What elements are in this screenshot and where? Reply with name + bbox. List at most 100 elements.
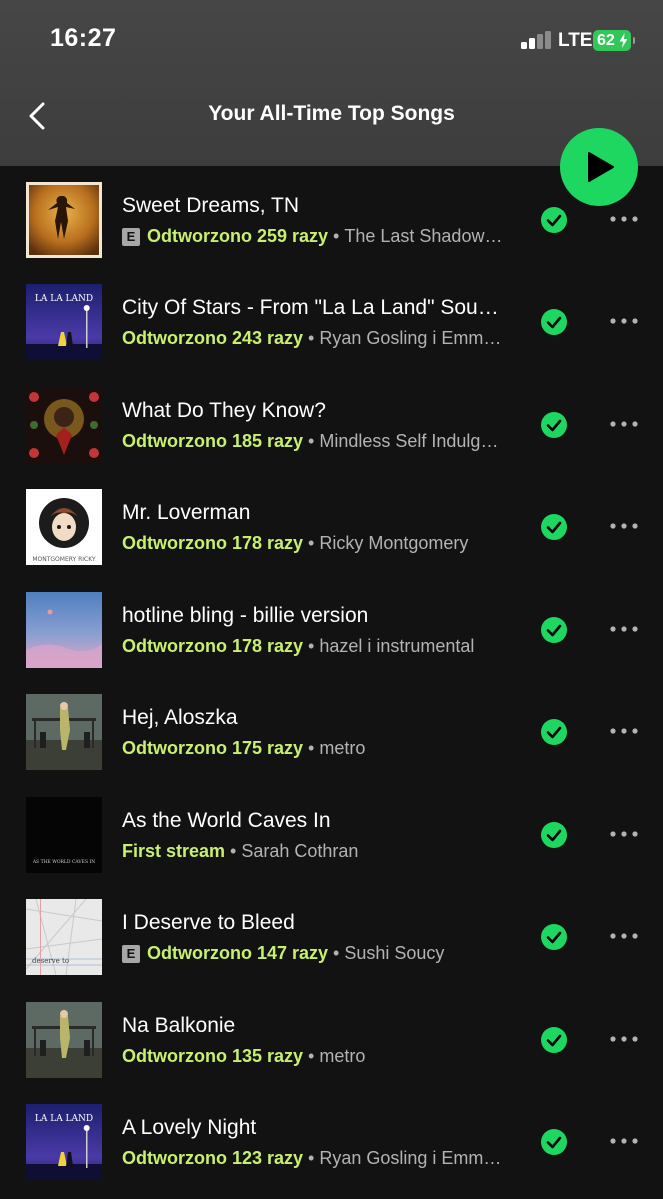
explicit-badge: E	[122, 228, 140, 246]
separator: •	[308, 328, 315, 348]
battery-level: 62	[597, 32, 615, 49]
play-count: First stream	[122, 841, 226, 861]
song-meta: Odtworzono 178 razy • Ricky Montgomery	[122, 533, 507, 554]
play-count: Odtworzono 175 razy	[122, 738, 304, 758]
song-title: Na Balkonie	[122, 1014, 236, 1037]
more-options-icon[interactable]	[604, 921, 644, 951]
song-title: Mr. Loverman	[122, 501, 251, 524]
song-title: hotline bling - billie version	[122, 604, 369, 627]
cellular-signal-icon	[521, 31, 553, 49]
song-title: City Of Stars - From "La La Land" Soundt…	[122, 296, 507, 319]
play-button[interactable]	[560, 128, 638, 206]
separator: •	[308, 636, 315, 656]
artist-name: metro	[319, 1046, 366, 1066]
separator: •	[230, 841, 237, 861]
song-title: A Lovely Night	[122, 1116, 257, 1139]
song-title: Sweet Dreams, TN	[122, 194, 299, 217]
page-title: Your All-Time Top Songs	[208, 102, 455, 125]
album-cover	[26, 387, 102, 463]
song-meta: Odtworzono 178 razy • hazel i instrumental	[122, 636, 507, 657]
album-cover	[26, 694, 102, 770]
saved-check-icon[interactable]	[540, 411, 568, 439]
more-options-icon[interactable]	[604, 614, 644, 644]
saved-check-icon[interactable]	[540, 718, 568, 746]
saved-check-icon[interactable]	[540, 1026, 568, 1054]
artist-name: Ricky Montgomery	[319, 533, 469, 553]
more-options-icon[interactable]	[604, 204, 644, 234]
battery-indicator: 62	[593, 30, 635, 51]
song-row[interactable]: LA LA LAND A Lovely Night Odtworzono 123…	[0, 1088, 663, 1190]
separator: •	[308, 738, 315, 758]
more-options-icon[interactable]	[604, 511, 644, 541]
more-options-icon[interactable]	[604, 409, 644, 439]
separator: •	[308, 533, 315, 553]
song-row[interactable]: hotline bling - billie version Odtworzon…	[0, 576, 663, 678]
artist-name: Ryan Gosling i Emma Stone	[319, 1148, 507, 1168]
song-title: What Do They Know?	[122, 399, 326, 422]
album-cover: LA LA LAND	[26, 1104, 102, 1180]
saved-check-icon[interactable]	[540, 923, 568, 951]
song-row[interactable]: Na Balkonie Odtworzono 135 razy • metro	[0, 986, 663, 1088]
play-count: Odtworzono 243 razy	[122, 328, 304, 348]
song-row[interactable]: What Do They Know? Odtworzono 185 razy • M…	[0, 371, 663, 473]
saved-check-icon[interactable]	[540, 1128, 568, 1156]
artist-name: The Last Shadow Puppets	[344, 226, 507, 246]
album-cover	[26, 592, 102, 668]
song-row[interactable]: AS THE WORLD CAVES IN As the World Caves…	[0, 781, 663, 883]
network-type: LTE	[558, 30, 593, 51]
saved-check-icon[interactable]	[540, 616, 568, 644]
saved-check-icon[interactable]	[540, 206, 568, 234]
cover-text: MONTGOMERY RICKY	[32, 556, 96, 563]
artist-name: Ryan Gosling i Emma Stone	[319, 328, 507, 348]
album-cover	[26, 182, 102, 258]
play-count: Odtworzono 185 razy	[122, 431, 304, 451]
saved-check-icon[interactable]	[540, 308, 568, 336]
song-row[interactable]: LA LA LAND City Of Stars - From "La La L…	[0, 268, 663, 370]
charging-bolt-icon	[619, 33, 628, 48]
saved-check-icon[interactable]	[540, 513, 568, 541]
song-title: Hej, Aloszka	[122, 706, 238, 729]
cover-text: AS THE WORLD CAVES IN	[32, 859, 95, 865]
song-row[interactable]: deserve to I Deserve to Bleed E Odtworzon…	[0, 883, 663, 985]
play-icon	[588, 152, 614, 182]
artist-name: hazel i instrumental	[319, 636, 475, 656]
more-options-icon[interactable]	[604, 1126, 644, 1156]
song-meta: E Odtworzono 259 razy•The Last Shadow Pup…	[122, 226, 507, 247]
more-options-icon[interactable]	[604, 1024, 644, 1054]
status-time: 16:27	[50, 24, 117, 52]
more-options-icon[interactable]	[604, 716, 644, 746]
play-count: Odtworzono 123 razy	[122, 1148, 304, 1168]
album-cover	[26, 1002, 102, 1078]
song-meta: Odtworzono 123 razy • Ryan Gosling i Emma …	[122, 1148, 507, 1169]
saved-check-icon[interactable]	[540, 821, 568, 849]
separator: •	[333, 943, 340, 963]
song-meta: Odtworzono 175 razy • metro	[122, 738, 507, 759]
cover-text: deserve to	[32, 957, 69, 965]
album-cover: LA LA LAND	[26, 284, 102, 360]
play-count: Odtworzono 178 razy	[122, 533, 304, 553]
play-count: Odtworzono 259 razy	[147, 226, 329, 246]
artist-name: Sarah Cothran	[241, 841, 359, 861]
play-count: Odtworzono 178 razy	[122, 636, 304, 656]
song-meta: Odtworzono 135 razy • metro	[122, 1046, 507, 1067]
play-count: Odtworzono 135 razy	[122, 1046, 304, 1066]
explicit-badge: E	[122, 945, 140, 963]
more-options-icon[interactable]	[604, 819, 644, 849]
song-title: I Deserve to Bleed	[122, 911, 295, 934]
cover-text: LA LA LAND	[35, 1114, 93, 1124]
song-title: As the World Caves In	[122, 809, 331, 832]
song-meta: Odtworzono 185 razy • Mindless Self Indulg…	[122, 431, 507, 452]
song-row[interactable]: MONTGOMERY RICKY Mr. Loverman Odtworzono…	[0, 473, 663, 575]
album-cover: deserve to	[26, 899, 102, 975]
artist-name: Sushi Soucy	[344, 943, 445, 963]
song-row[interactable]: Hej, Aloszka Odtworzono 175 razy • metro	[0, 678, 663, 780]
album-cover: MONTGOMERY RICKY	[26, 489, 102, 565]
artist-name: metro	[319, 738, 366, 758]
song-meta: E Odtworzono 147 razy • Sushi Soucy	[122, 943, 507, 964]
play-count: Odtworzono 147 razy	[147, 943, 329, 963]
song-meta: Odtworzono 243 razy • Ryan Gosling i Emma …	[122, 328, 507, 349]
more-options-icon[interactable]	[604, 306, 644, 336]
separator: •	[308, 1148, 315, 1168]
song-meta: First stream • Sarah Cothran	[122, 841, 507, 862]
cover-text: LA LA LAND	[35, 294, 93, 304]
